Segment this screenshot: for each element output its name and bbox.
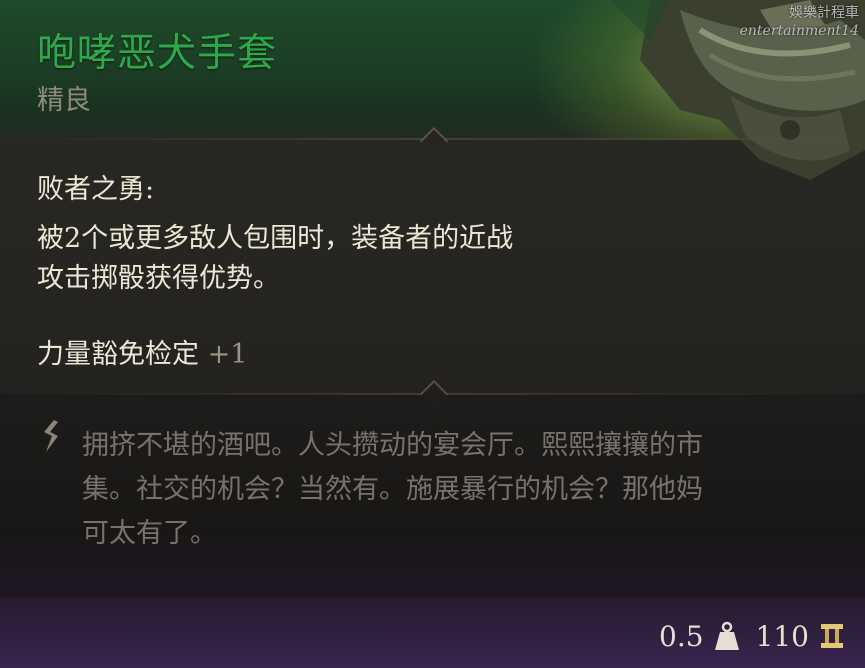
item-rarity: 精良 [37, 85, 91, 116]
passive-title: 败者之勇: [37, 174, 155, 205]
passive-description-line: 攻击掷骰获得优势。 [37, 263, 280, 294]
tooltip-header: 咆哮恶犬手套 精良 娛樂計程車 entertainment14 [0, 0, 865, 180]
flavor-line: 可太有了。 [82, 518, 217, 549]
flavor-line: 拥挤不堪的酒吧。人头攒动的宴会厅。熙熙攘攘的市 [82, 430, 703, 461]
gold-coin-icon [821, 624, 843, 648]
weight-icon [714, 621, 739, 650]
item-footer: 0.5 110 [659, 614, 845, 658]
flavor-text: 拥挤不堪的酒吧。人头攒动的宴会厅。熙熙攘攘的市 集。社交的机会？当然有。施展暴行… [82, 424, 822, 556]
item-name: 咆哮恶犬手套 [37, 31, 278, 76]
weight-value: 0.5 [659, 619, 704, 653]
flavor-line: 集。社交的机会？当然有。施展暴行的机会？那他妈 [82, 474, 703, 505]
flavor-text-icon [44, 420, 58, 452]
item-properties: 败者之勇: 被2个或更多敌人包围时，装备者的近战 攻击掷骰获得优势。 力量豁免检… [37, 170, 637, 375]
price-value: 110 [755, 619, 809, 653]
saving-throw-value: +1 [207, 339, 248, 370]
item-tooltip: 咆哮恶犬手套 精良 娛樂計程車 entertainment14 败者之勇: 被2… [0, 0, 865, 668]
watermark-line-2: entertainment14 [739, 23, 859, 39]
passive-description-line: 被2个或更多敌人包围时，装备者的近战 [37, 223, 514, 254]
watermark: 娛樂計程車 entertainment14 [740, 4, 859, 40]
saving-throw-bonus: 力量豁免检定 +1 [37, 335, 637, 375]
passive-description: 被2个或更多敌人包围时，装备者的近战 攻击掷骰获得优势。 [37, 219, 637, 299]
watermark-line-1: 娛樂計程車 [789, 5, 859, 21]
saving-throw-label: 力量豁免检定 [37, 339, 199, 370]
